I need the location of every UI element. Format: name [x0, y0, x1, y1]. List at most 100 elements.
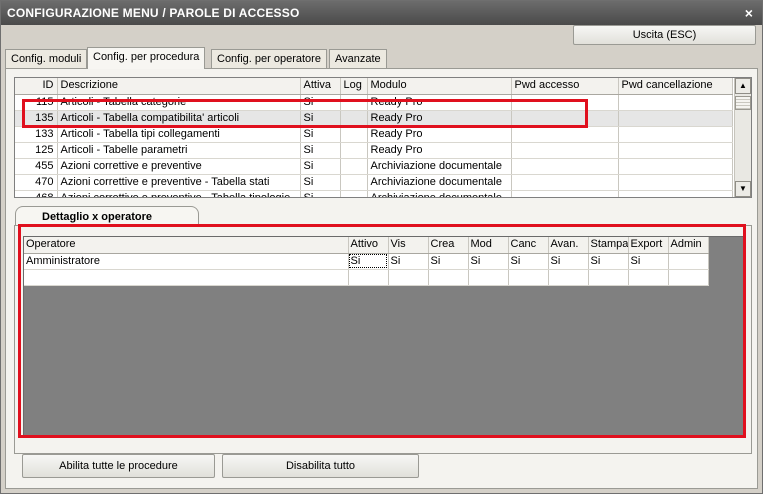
table-row[interactable]: 115 Articoli - Tabella categorie Si Read… [15, 94, 733, 111]
column-header-operatore[interactable]: Operatore [24, 237, 349, 254]
cell-empty[interactable] [348, 269, 389, 286]
procedures-scrollbar[interactable]: ▲ ▼ [734, 78, 751, 197]
column-header-pwd-cancellazione[interactable]: Pwd cancellazione [618, 78, 733, 95]
cell-id[interactable]: 115 [15, 94, 58, 111]
arrow-up-icon[interactable]: ▲ [735, 78, 751, 94]
cell-attiva[interactable]: Si [300, 110, 341, 127]
column-header-canc[interactable]: Canc [508, 237, 549, 254]
cell-empty[interactable] [508, 269, 549, 286]
column-header-admin[interactable]: Admin [668, 237, 709, 254]
table-row-empty[interactable] [24, 269, 709, 286]
table-row[interactable]: 455 Azioni correttive e preventive Si Ar… [15, 158, 733, 175]
cell-avan[interactable]: Si [548, 253, 589, 270]
cell-empty[interactable] [548, 269, 589, 286]
cell-pwd-accesso[interactable] [511, 190, 619, 197]
cell-descrizione[interactable]: Azioni correttive e preventive - Tabella… [57, 190, 301, 197]
cell-id[interactable]: 133 [15, 126, 58, 143]
column-header-crea[interactable]: Crea [428, 237, 469, 254]
column-header-avan[interactable]: Avan. [548, 237, 589, 254]
cell-stampa[interactable]: Si [588, 253, 629, 270]
cell-descrizione[interactable]: Articoli - Tabelle parametri [57, 142, 301, 159]
table-row[interactable]: 468 Azioni correttive e preventive - Tab… [15, 190, 733, 197]
cell-descrizione[interactable]: Azioni correttive e preventive - Tabella… [57, 174, 301, 191]
column-header-export[interactable]: Export [628, 237, 669, 254]
cell-empty[interactable] [388, 269, 429, 286]
enable-all-button[interactable]: Abilita tutte le procedure [22, 454, 215, 478]
cell-pwd-cancellazione[interactable] [618, 110, 733, 127]
column-header-attivo[interactable]: Attivo [348, 237, 389, 254]
cell-log[interactable] [340, 110, 368, 127]
cell-empty[interactable] [468, 269, 509, 286]
cell-log[interactable] [340, 158, 368, 175]
column-header-mod[interactable]: Mod [468, 237, 509, 254]
cell-pwd-accesso[interactable] [511, 142, 619, 159]
tab-dettaglio-operatore[interactable]: Dettaglio x operatore [15, 206, 199, 226]
cell-crea[interactable]: Si [428, 253, 469, 270]
table-row[interactable]: 125 Articoli - Tabelle parametri Si Read… [15, 142, 733, 159]
column-header-attiva[interactable]: Attiva [300, 78, 341, 95]
cell-vis[interactable]: Si [388, 253, 429, 270]
cell-descrizione[interactable]: Articoli - Tabella compatibilita' artico… [57, 110, 301, 127]
column-header-vis[interactable]: Vis [388, 237, 429, 254]
cell-modulo[interactable]: Archiviazione documentale [367, 158, 512, 175]
cell-modulo[interactable]: Ready Pro [367, 142, 512, 159]
cell-operatore[interactable]: Amministratore [24, 253, 349, 270]
cell-id[interactable]: 135 [15, 110, 58, 127]
scrollbar-thumb[interactable] [735, 96, 751, 110]
cell-export[interactable]: Si [628, 253, 669, 270]
cell-id[interactable]: 468 [15, 190, 58, 197]
cell-attivo[interactable]: Si [348, 253, 389, 270]
tab-config-moduli[interactable]: Config. moduli [5, 49, 88, 69]
cell-modulo[interactable]: Ready Pro [367, 110, 512, 127]
cell-empty[interactable] [628, 269, 669, 286]
arrow-down-icon[interactable]: ▼ [735, 181, 751, 197]
cell-attiva[interactable]: Si [300, 190, 341, 197]
cell-pwd-accesso[interactable] [511, 110, 619, 127]
cell-log[interactable] [340, 126, 368, 143]
cell-modulo[interactable]: Archiviazione documentale [367, 174, 512, 191]
column-header-stampa[interactable]: Stampa [588, 237, 629, 254]
close-icon[interactable]: × [742, 1, 756, 25]
cell-descrizione[interactable]: Articoli - Tabella tipi collegamenti [57, 126, 301, 143]
cell-modulo[interactable]: Ready Pro [367, 126, 512, 143]
cell-pwd-cancellazione[interactable] [618, 158, 733, 175]
cell-admin[interactable] [668, 253, 709, 270]
cell-empty[interactable] [428, 269, 469, 286]
tab-avanzate[interactable]: Avanzate [329, 49, 387, 69]
cell-descrizione[interactable]: Azioni correttive e preventive [57, 158, 301, 175]
cell-attiva[interactable]: Si [300, 126, 341, 143]
table-row-selected[interactable]: 135 Articoli - Tabella compatibilita' ar… [15, 110, 733, 127]
cell-pwd-cancellazione[interactable] [618, 142, 733, 159]
cell-empty[interactable] [668, 269, 709, 286]
cell-descrizione[interactable]: Articoli - Tabella categorie [57, 94, 301, 111]
cell-id[interactable]: 470 [15, 174, 58, 191]
cell-attiva[interactable]: Si [300, 94, 341, 111]
tab-config-per-operatore[interactable]: Config. per operatore [211, 49, 327, 69]
cell-pwd-accesso[interactable] [511, 126, 619, 143]
cell-empty[interactable] [588, 269, 629, 286]
cell-pwd-cancellazione[interactable] [618, 94, 733, 111]
column-header-log[interactable]: Log [340, 78, 368, 95]
cell-mod[interactable]: Si [468, 253, 509, 270]
disable-all-button[interactable]: Disabilita tutto [222, 454, 419, 478]
cell-attiva[interactable]: Si [300, 174, 341, 191]
cell-modulo[interactable]: Archiviazione documentale [367, 190, 512, 197]
table-row[interactable]: Amministratore Si Si Si Si Si Si Si Si [24, 253, 709, 270]
cell-modulo[interactable]: Ready Pro [367, 94, 512, 111]
column-header-modulo[interactable]: Modulo [367, 78, 512, 95]
cell-id[interactable]: 125 [15, 142, 58, 159]
cell-log[interactable] [340, 142, 368, 159]
cell-empty[interactable] [24, 269, 349, 286]
cell-pwd-cancellazione[interactable] [618, 190, 733, 197]
cell-log[interactable] [340, 190, 368, 197]
column-header-id[interactable]: ID [15, 78, 58, 95]
exit-button[interactable]: Uscita (ESC) [573, 25, 756, 45]
table-row[interactable]: 133 Articoli - Tabella tipi collegamenti… [15, 126, 733, 143]
cell-id[interactable]: 455 [15, 158, 58, 175]
cell-pwd-accesso[interactable] [511, 174, 619, 191]
cell-pwd-cancellazione[interactable] [618, 174, 733, 191]
cell-log[interactable] [340, 94, 368, 111]
tab-config-per-procedura[interactable]: Config. per procedura [87, 47, 206, 69]
column-header-pwd-accesso[interactable]: Pwd accesso [511, 78, 619, 95]
table-row[interactable]: 470 Azioni correttive e preventive - Tab… [15, 174, 733, 191]
